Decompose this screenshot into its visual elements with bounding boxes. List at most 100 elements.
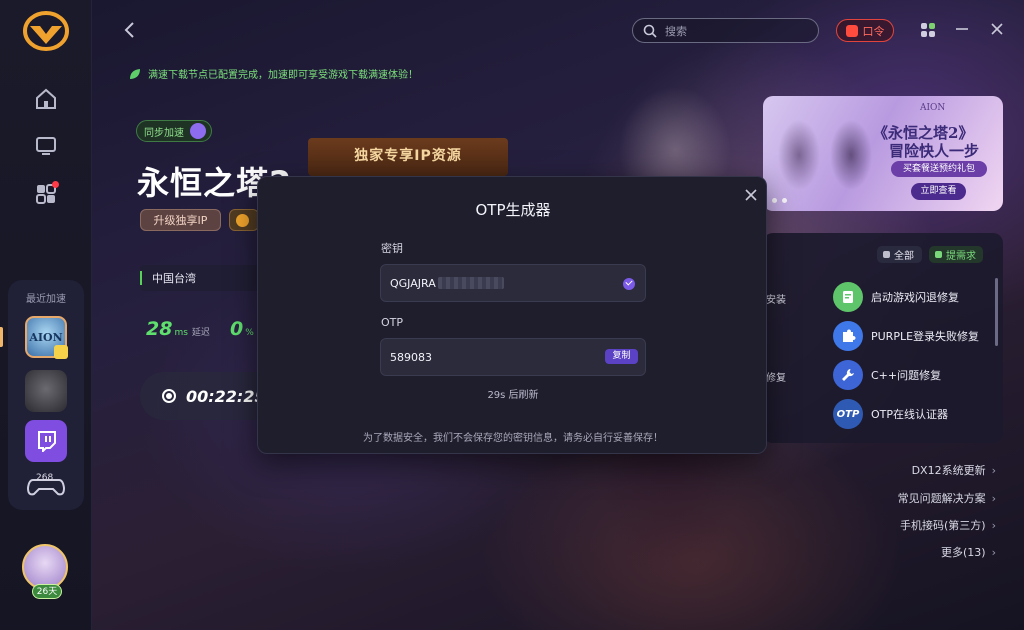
masked-key: [437, 277, 504, 289]
sidebar: 最近加速 AION 268 26天: [0, 0, 92, 630]
link-label: 常见问题解决方案: [897, 492, 986, 505]
otp-icon: OTP: [833, 399, 863, 429]
ad-title-line2: 冒险快人一步: [889, 142, 980, 160]
exclusive-ip-banner[interactable]: 独家专享IP资源: [308, 138, 508, 176]
carousel-dots[interactable]: [772, 198, 787, 203]
tool-label: C++问题修复: [871, 369, 942, 382]
ad-heroes-art: [769, 100, 879, 210]
app-logo-icon: [23, 11, 69, 51]
game-268-label: 268: [36, 473, 54, 483]
ad-subtitle: 买套餐送预约礼包: [891, 161, 987, 177]
kouling-label: 口令: [862, 24, 885, 38]
otp-icon-text: OTP: [836, 408, 860, 420]
recent-game-pubg[interactable]: [25, 370, 67, 412]
close-window-icon[interactable]: [990, 22, 1004, 36]
otp-generator-dialog: OTP生成器 密钥 QGJAJRA OTP 589083 复制 29s 后刷新 …: [257, 176, 767, 454]
record-icon: [162, 389, 176, 403]
coin-icon: [236, 214, 249, 227]
tool-crash-fix[interactable]: 启动游戏闪退修复: [833, 282, 959, 312]
search-placeholder: 搜索: [665, 24, 687, 38]
tools-scrollbar[interactable]: [995, 278, 998, 346]
key-label: 密钥: [381, 242, 403, 255]
otp-label: OTP: [381, 316, 404, 329]
loss-value: 0: [230, 318, 244, 340]
loss-unit: %: [245, 328, 254, 338]
ping-value: 28: [146, 318, 173, 340]
copy-button[interactable]: 复制: [605, 349, 638, 364]
region-selector[interactable]: 中国台湾: [140, 265, 260, 291]
link-sms-code[interactable]: 手机接码(第三方) ›: [900, 517, 996, 533]
kouling-button[interactable]: 口令: [836, 19, 894, 42]
notice-text: 满速下载节点已配置完成，加速即可享受游戏下载满速体验！: [148, 70, 418, 81]
clipped-tool-label: 修复: [766, 373, 786, 384]
chevron-right-icon: ›: [991, 545, 996, 559]
otp-output-field: 589083 复制: [380, 338, 646, 376]
download-notice: 满速下载节点已配置完成，加速即可享受游戏下载满速体验！: [128, 66, 418, 81]
search-box[interactable]: 搜索: [632, 18, 819, 43]
apps-grid-icon[interactable]: [31, 179, 61, 209]
ping-stat: 28 ms 延迟: [146, 318, 210, 340]
security-footnote: 为了数据安全，我们不会保存您的密钥信息，请务必自行妥善保存！: [363, 433, 663, 444]
app-window: 最近加速 AION 268 26天 搜索 口令 满速下载节点已配置完成，加速即可…: [0, 0, 1024, 630]
app-switcher-icon[interactable]: [921, 23, 935, 37]
chip-request-label: 提需求: [946, 251, 976, 262]
filter-all-chip[interactable]: 全部: [877, 246, 922, 263]
notification-dot: [52, 181, 59, 188]
recent-game-twitch[interactable]: [25, 420, 67, 462]
ping-unit: ms: [174, 328, 188, 338]
refresh-countdown: 29s 后刷新: [487, 390, 539, 401]
recent-game-268[interactable]: 268: [25, 470, 67, 498]
dialog-title: OTP生成器: [475, 201, 551, 219]
sync-tag-label: 同步加速: [144, 127, 184, 139]
tool-label: PURPLE登录失败修复: [871, 330, 980, 343]
otp-value: 589083: [390, 350, 432, 364]
tool-otp-auth[interactable]: OTP OTP在线认证器: [833, 399, 948, 429]
sync-accel-tag[interactable]: 同步加速: [136, 120, 212, 142]
game-aion-label: AION: [29, 330, 63, 344]
search-icon: [643, 24, 657, 38]
coin-button[interactable]: [229, 209, 259, 231]
tool-purple-fix[interactable]: PURPLE登录失败修复: [833, 321, 979, 351]
link-more[interactable]: 更多(13) ›: [941, 544, 996, 560]
lightning-icon: [54, 345, 68, 359]
ad-logo: AION: [920, 103, 946, 113]
bot-icon: [190, 123, 206, 139]
check-circle-icon: [623, 278, 635, 290]
recent-label: 最近加速: [26, 294, 66, 305]
leaf-icon: [130, 68, 140, 79]
link-label: 手机接码(第三方): [900, 519, 986, 532]
all-icon: [883, 251, 890, 258]
request-icon: [935, 251, 942, 258]
secret-key-input[interactable]: QGJAJRA: [380, 264, 646, 302]
back-arrow-icon[interactable]: [122, 20, 138, 40]
vip-days-badge: 26天: [32, 584, 62, 599]
minimize-icon[interactable]: [955, 22, 969, 36]
link-dx12-update[interactable]: DX12系统更新 ›: [912, 462, 996, 478]
request-chip[interactable]: 提需求: [929, 246, 983, 263]
active-indicator: [0, 327, 3, 347]
tool-cpp-fix[interactable]: C++问题修复: [833, 360, 941, 390]
clipped-tool-label: 安装: [766, 295, 786, 306]
timer-value: 00:22:25: [186, 386, 266, 406]
ping-label: 延迟: [191, 328, 210, 338]
home-icon[interactable]: [31, 84, 61, 114]
ad-view-button[interactable]: 立即查看: [911, 183, 966, 200]
repair-doc-icon: [833, 282, 863, 312]
loss-stat: 0 %: [230, 318, 254, 340]
upgrade-ip-button[interactable]: 升级独享IP: [140, 209, 221, 231]
link-label: DX12系统更新: [911, 464, 986, 477]
region-label: 中国台湾: [152, 272, 196, 285]
close-icon[interactable]: [745, 189, 757, 201]
chip-all-label: 全部: [894, 251, 914, 262]
kouling-icon: [845, 24, 858, 37]
chevron-right-icon: ›: [991, 463, 996, 477]
promo-text: 独家专享IP资源: [354, 148, 462, 164]
recent-game-aion[interactable]: AION: [25, 316, 68, 359]
tool-label: OTP在线认证器: [871, 408, 949, 421]
twitch-icon: [38, 431, 56, 452]
chevron-right-icon: ›: [991, 518, 996, 532]
monitor-icon[interactable]: [31, 131, 61, 161]
link-faq[interactable]: 常见问题解决方案 ›: [898, 490, 996, 506]
tool-label: 启动游戏闪退修复: [871, 291, 959, 304]
chevron-right-icon: ›: [991, 491, 996, 505]
